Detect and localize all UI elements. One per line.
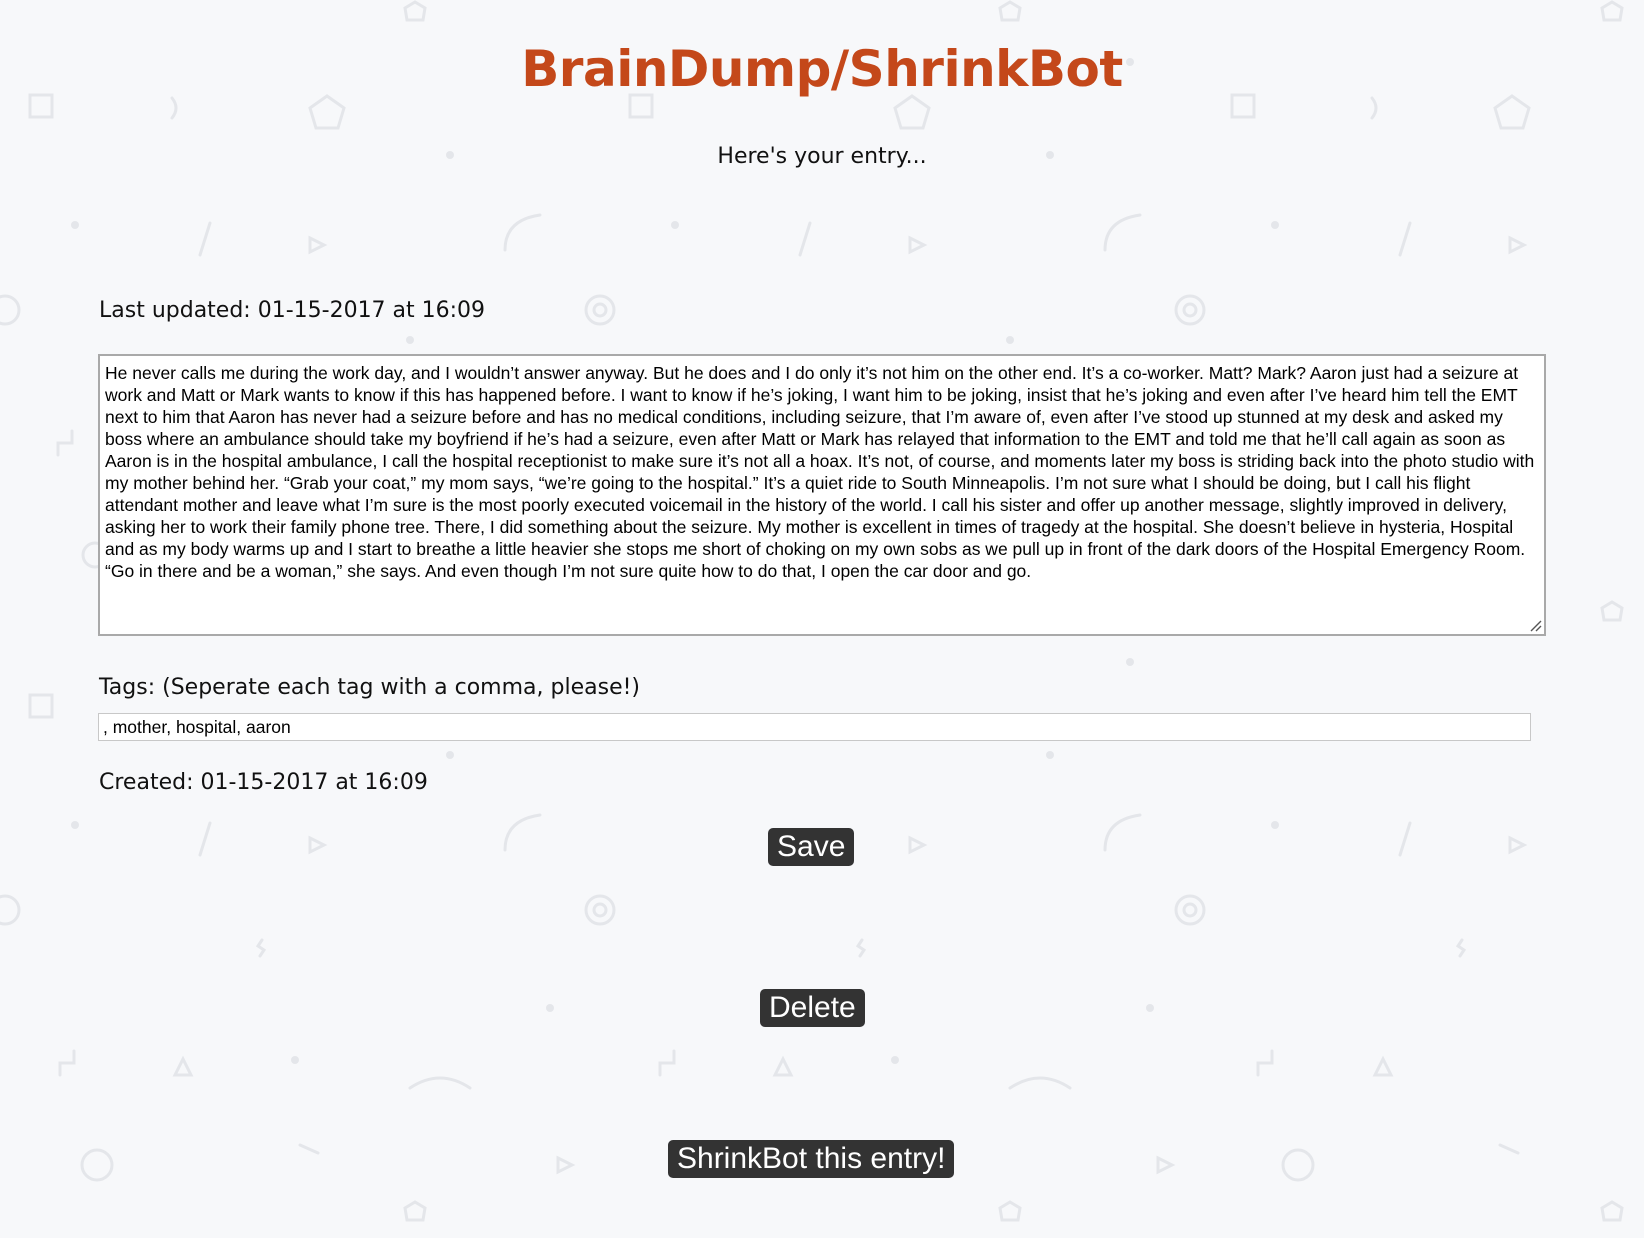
save-button[interactable]: Save [768, 828, 855, 866]
entry-textarea[interactable]: He never calls me during the work day, a… [98, 354, 1546, 636]
entry-text: He never calls me during the work day, a… [105, 363, 1535, 581]
shrinkbot-button[interactable]: ShrinkBot this entry! [668, 1140, 955, 1178]
entry-page: BrainDump/ShrinkBot Here's your entry...… [0, 0, 1644, 1238]
resize-handle-icon[interactable] [1528, 618, 1542, 632]
tags-label: Tags: (Seperate each tag with a comma, p… [99, 675, 641, 700]
delete-button[interactable]: Delete [760, 989, 865, 1027]
tags-input[interactable]: , mother, hospital, aaron [98, 713, 1531, 741]
page-subtitle: Here's your entry... [717, 144, 927, 169]
last-updated-label: Last updated: 01-15-2017 at 16:09 [99, 298, 486, 323]
page-title: BrainDump/ShrinkBot [521, 40, 1123, 98]
created-label: Created: 01-15-2017 at 16:09 [99, 770, 428, 795]
